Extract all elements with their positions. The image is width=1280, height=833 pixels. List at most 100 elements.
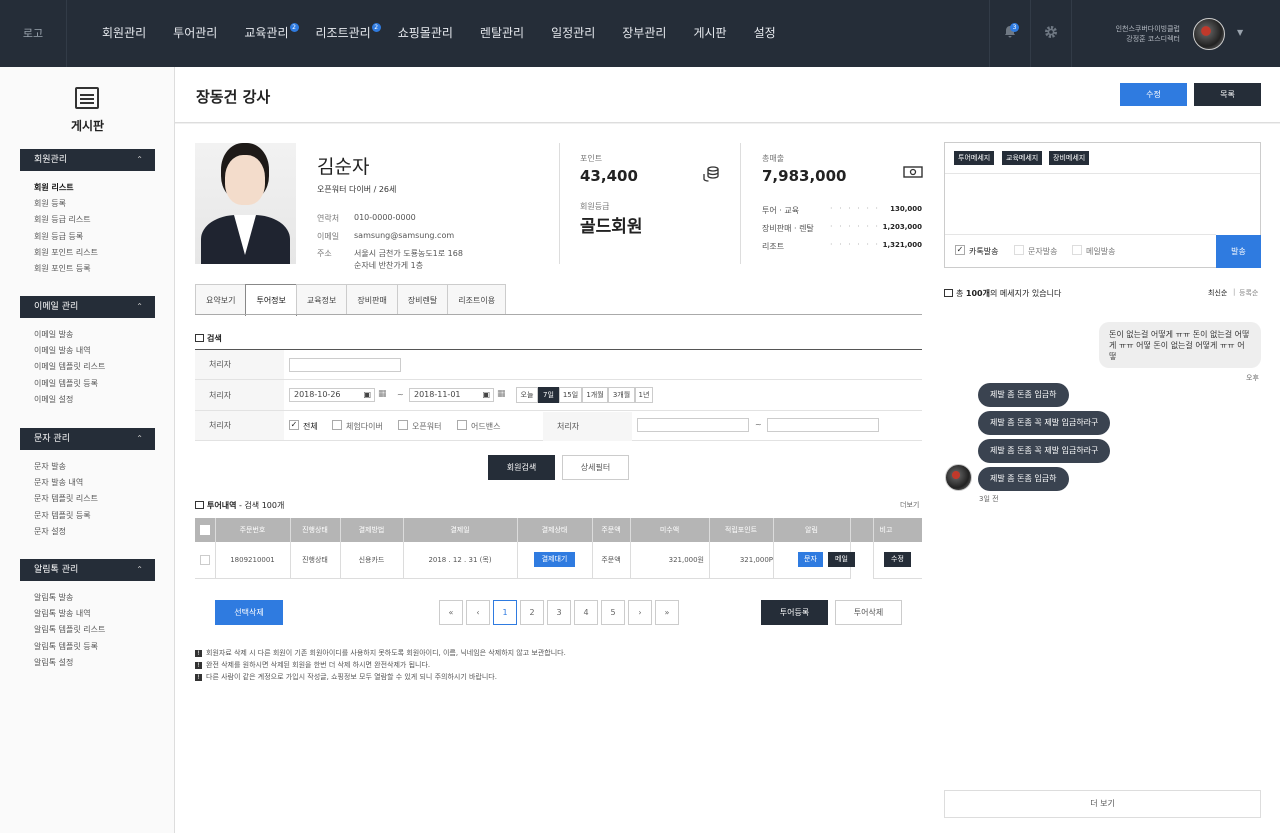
chevron-up-icon[interactable]: ⌃ [136, 559, 143, 581]
sidebar-item[interactable]: 알림톡 템플릿 리스트 [34, 624, 105, 635]
nav-item-4[interactable]: 쇼핑몰관리 [398, 0, 453, 67]
pagination-page[interactable]: 5 [601, 600, 625, 625]
sidebar-group-0[interactable]: 회원관리 ⌃ [20, 149, 155, 171]
user-info[interactable]: 인천스쿠버다이빙클럽 강정훈 코스디렉터 [1100, 24, 1180, 44]
chevron-up-icon[interactable]: ⌃ [136, 149, 143, 171]
sidebar-item[interactable]: 회원 포인트 리스트 [34, 247, 98, 258]
row-edit-button[interactable]: 수정 [884, 552, 911, 567]
nav-item-0[interactable]: 회원관리 [102, 0, 146, 67]
pagination-page[interactable]: 4 [574, 600, 598, 625]
member-search-button[interactable]: 회원검색 [488, 455, 555, 480]
sidebar-item[interactable]: 알림톡 설정 [34, 657, 73, 668]
pay-status-badge[interactable]: 결제대기 [534, 552, 575, 567]
nav-item-1[interactable]: 투어관리 [173, 0, 217, 67]
date-to-input[interactable]: 2018-11-01 ▣ [409, 388, 494, 402]
tab-0[interactable]: 요약보기 [195, 284, 247, 315]
tab-2[interactable]: 교육정보 [295, 284, 348, 315]
sidebar-item[interactable]: 문자 템플릿 등록 [34, 510, 91, 521]
range-from-input[interactable] [637, 418, 749, 432]
chevron-down-icon[interactable]: ▼ [1237, 28, 1243, 37]
sidebar-item[interactable]: 알림톡 발송 내역 [34, 608, 91, 619]
sidebar-group-1[interactable]: 이메일 관리 ⌃ [20, 296, 155, 318]
logo[interactable]: 로고 [0, 0, 67, 67]
pagination-next[interactable]: › [628, 600, 652, 625]
select-delete-button[interactable]: 선택삭제 [215, 600, 283, 625]
category-checkbox[interactable] [457, 420, 467, 430]
sidebar-item[interactable]: 알림톡 발송 [34, 592, 73, 603]
sidebar-item[interactable]: 회원 등급 리스트 [34, 214, 91, 225]
sidebar-item[interactable]: 회원 등급 등록 [34, 231, 83, 242]
period-button[interactable]: 오늘 [516, 387, 538, 403]
sidebar-group-2[interactable]: 문자 관리 ⌃ [20, 428, 155, 450]
tab-5[interactable]: 리조트이용 [447, 284, 507, 315]
sidebar-group-3[interactable]: 알림톡 관리 ⌃ [20, 559, 155, 581]
pagination-page[interactable]: 1 [493, 600, 517, 625]
list-button[interactable]: 목록 [1194, 83, 1261, 106]
nav-item-5[interactable]: 렌탈관리 [480, 0, 524, 67]
period-button[interactable]: 3개월 [608, 387, 635, 403]
tour-delete-button[interactable]: 투어삭제 [835, 600, 902, 625]
sidebar-item[interactable]: 이메일 템플릿 등록 [34, 378, 98, 389]
mail-button[interactable]: 메일 [828, 552, 855, 567]
sidebar-item[interactable]: 이메일 설정 [34, 394, 73, 405]
send-option-checkbox[interactable]: ✓ [955, 245, 965, 255]
message-textarea[interactable] [949, 177, 1211, 232]
tag-tour-message[interactable]: 투어메세지 [954, 151, 995, 165]
avatar[interactable] [1193, 18, 1225, 50]
sms-button[interactable]: 문자 [798, 552, 823, 567]
tag-equip-message[interactable]: 장비메세지 [1049, 151, 1090, 165]
nav-item-2[interactable]: 교육관리 2 [244, 0, 299, 67]
sort-latest[interactable]: 최신순 [1208, 288, 1227, 298]
manager-input[interactable] [289, 358, 401, 372]
tab-4[interactable]: 장비렌탈 [396, 284, 449, 315]
nav-item-7[interactable]: 장부관리 [622, 0, 666, 67]
select-all-checkbox[interactable] [200, 525, 210, 535]
sort-registered[interactable]: 등록순 [1239, 288, 1258, 298]
nav-item-8[interactable]: 게시판 [693, 0, 726, 67]
sidebar-item[interactable]: 이메일 발송 [34, 329, 73, 340]
category-checkbox[interactable] [332, 420, 342, 430]
sidebar-item[interactable]: 알림톡 템플릿 등록 [34, 641, 98, 652]
tag-edu-message[interactable]: 교육메세지 [1002, 151, 1043, 165]
tour-more-link[interactable]: 더보기 [900, 500, 919, 510]
pagination-last[interactable]: » [655, 600, 679, 625]
tab-3[interactable]: 장비판매 [346, 284, 398, 315]
pagination-prev[interactable]: ‹ [466, 600, 490, 625]
tour-register-button[interactable]: 투어등록 [761, 600, 828, 625]
period-button[interactable]: 1개월 [582, 387, 608, 403]
sidebar-item[interactable]: 회원 리스트 [34, 182, 74, 193]
period-button[interactable]: 1년 [635, 387, 653, 403]
detail-filter-button[interactable]: 상세필터 [562, 455, 629, 480]
sidebar-item[interactable]: 문자 발송 내역 [34, 477, 83, 488]
nav-item-6[interactable]: 일정관리 [551, 0, 595, 67]
sidebar-item[interactable]: 이메일 발송 내역 [34, 345, 91, 356]
send-option-checkbox[interactable] [1014, 245, 1024, 255]
sidebar-item[interactable]: 회원 등록 [34, 198, 66, 209]
calendar-icon[interactable]: ▦ [378, 389, 387, 399]
sidebar-item[interactable]: 문자 발송 [34, 461, 66, 472]
sidebar-item[interactable]: 이메일 템플릿 리스트 [34, 361, 105, 372]
period-button[interactable]: 15일 [559, 387, 582, 403]
pagination-page[interactable]: 2 [520, 600, 544, 625]
pagination-page[interactable]: 3 [547, 600, 571, 625]
edit-button[interactable]: 수정 [1120, 83, 1187, 106]
category-checkbox[interactable] [398, 420, 408, 430]
send-button[interactable]: 발송 [1216, 235, 1261, 268]
nav-item-3[interactable]: 리조트관리 2 [316, 0, 381, 67]
tab-1[interactable]: 투어정보 [245, 284, 297, 316]
category-checkbox[interactable]: ✓ [289, 420, 299, 430]
nav-item-9[interactable]: 설정 [754, 0, 776, 67]
sidebar-item[interactable]: 회원 포인트 등록 [34, 263, 91, 274]
gear-icon[interactable] [1043, 25, 1059, 41]
date-from-input[interactable]: 2018-10-26 ▣ [289, 388, 375, 402]
sidebar-item[interactable]: 문자 템플릿 리스트 [34, 493, 98, 504]
pagination-first[interactable]: « [439, 600, 463, 625]
period-button[interactable]: 7일 [538, 387, 559, 403]
messages-more-button[interactable]: 더 보기 [944, 790, 1261, 818]
sidebar-item[interactable]: 문자 설정 [34, 526, 66, 537]
chevron-up-icon[interactable]: ⌃ [136, 296, 143, 318]
row-checkbox[interactable] [200, 555, 210, 565]
calendar-icon[interactable]: ▦ [497, 389, 506, 399]
send-option-checkbox[interactable] [1072, 245, 1082, 255]
chevron-up-icon[interactable]: ⌃ [136, 428, 143, 450]
